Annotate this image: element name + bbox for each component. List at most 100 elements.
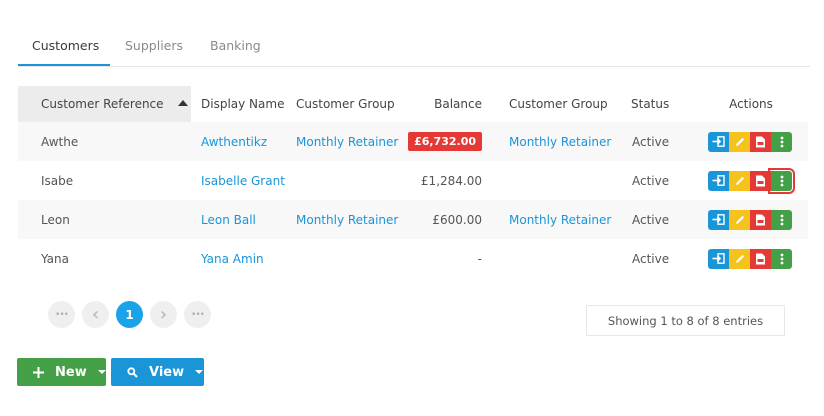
cell-actions xyxy=(708,200,792,239)
cell-customer-reference: Leon xyxy=(41,212,70,227)
row-action-group xyxy=(708,248,792,269)
new-button-label: New xyxy=(55,364,87,380)
balance-overdue-badge: £6,732.00 xyxy=(408,132,482,151)
cell-customer-group-link[interactable]: Monthly Retainer xyxy=(296,122,398,161)
cell-actions xyxy=(708,122,792,161)
column-header-balance[interactable]: Balance xyxy=(398,86,482,122)
page-number: 1 xyxy=(125,307,134,322)
next-page-button[interactable]: › xyxy=(150,301,177,328)
pdf-button[interactable] xyxy=(750,209,771,230)
cell-customer-group-2-link[interactable]: Monthly Retainer xyxy=(509,122,611,161)
more-vertical-icon xyxy=(780,175,784,187)
column-header-display-name[interactable]: Display Name xyxy=(201,86,284,122)
more-options-button[interactable] xyxy=(768,167,795,194)
search-icon xyxy=(125,366,139,378)
login-icon xyxy=(712,175,725,186)
view-button[interactable]: View xyxy=(111,358,204,386)
cell-balance: £1,284.00 xyxy=(420,173,482,188)
cell-customer-reference: Isabe xyxy=(41,173,74,188)
cell-actions xyxy=(708,239,792,278)
tab-banking[interactable]: Banking xyxy=(210,38,261,53)
tab-customers[interactable]: Customers xyxy=(32,38,99,53)
column-header-actions: Actions xyxy=(729,97,773,111)
more-vertical-icon xyxy=(780,214,784,226)
edit-button[interactable] xyxy=(729,170,750,191)
cell-status: Active xyxy=(632,212,670,227)
cell-customer-reference: Yana xyxy=(41,251,69,266)
customers-table: Customer Reference Display Name Customer… xyxy=(18,86,808,122)
more-options-button[interactable] xyxy=(771,131,792,152)
table-body: Awthe Awthentikz Monthly Retainer £6,732.00… xyxy=(18,122,808,278)
login-icon xyxy=(712,136,725,147)
first-page-button[interactable]: ••• xyxy=(48,301,75,328)
ellipsis-icon: ••• xyxy=(55,309,69,320)
cell-customer-group-link[interactable]: Monthly Retainer xyxy=(296,200,398,239)
pagination: ••• ‹ 1 › ••• xyxy=(48,301,211,328)
more-vertical-icon xyxy=(780,253,784,265)
cell-status: Active xyxy=(632,173,670,188)
edit-button[interactable] xyxy=(729,209,750,230)
caret-down-icon xyxy=(97,370,106,374)
cell-balance: £6,732.00 xyxy=(398,122,482,161)
view-button-label: View xyxy=(149,364,185,380)
row-action-group xyxy=(708,131,792,152)
pencil-icon xyxy=(734,175,746,187)
column-header-customer-group[interactable]: Customer Group xyxy=(296,86,395,122)
ellipsis-icon: ••• xyxy=(191,309,205,320)
column-header-customer-group-2[interactable]: Customer Group xyxy=(509,86,608,122)
chevron-right-icon: › xyxy=(159,303,168,325)
login-button[interactable] xyxy=(708,248,729,269)
caret-down-icon xyxy=(195,370,204,374)
tab-suppliers[interactable]: Suppliers xyxy=(125,38,183,53)
more-vertical-icon xyxy=(780,136,784,148)
plus-icon xyxy=(31,366,45,378)
table-row: Leon Leon Ball Monthly Retainer £600.00 Mont… xyxy=(18,200,808,239)
sort-ascending-icon xyxy=(177,100,188,106)
pdf-icon xyxy=(755,214,766,226)
last-page-button[interactable]: ••• xyxy=(184,301,211,328)
pencil-icon xyxy=(734,214,746,226)
column-header-status[interactable]: Status xyxy=(631,86,669,122)
cell-status: Active xyxy=(632,251,670,266)
column-header-customer-reference[interactable]: Customer Reference xyxy=(18,86,191,122)
cell-customer-group-2-link[interactable]: Monthly Retainer xyxy=(509,200,611,239)
login-button[interactable] xyxy=(708,131,729,152)
previous-page-button[interactable]: ‹ xyxy=(82,301,109,328)
login-icon xyxy=(712,253,725,264)
cell-balance: £600.00 xyxy=(432,212,482,227)
more-options-button[interactable] xyxy=(771,209,792,230)
login-button[interactable] xyxy=(708,209,729,230)
cell-display-name-link[interactable]: Awthentikz xyxy=(201,122,267,161)
pdf-button[interactable] xyxy=(750,170,771,191)
cell-actions xyxy=(708,161,795,200)
table-row: Isabe Isabelle Grant £1,284.00 Active xyxy=(18,161,808,200)
row-action-group xyxy=(708,167,795,194)
cell-status: Active xyxy=(632,134,670,149)
pencil-icon xyxy=(734,253,746,265)
table-header-row: Customer Reference Display Name Customer… xyxy=(18,86,808,122)
pdf-icon xyxy=(755,175,766,187)
cell-display-name-link[interactable]: Yana Amin xyxy=(201,239,264,278)
pencil-icon xyxy=(734,136,746,148)
column-header-label: Customer Reference xyxy=(41,97,164,111)
cell-display-name-link[interactable]: Isabelle Grant xyxy=(201,161,285,200)
chevron-left-icon: ‹ xyxy=(91,303,100,325)
page-1-button[interactable]: 1 xyxy=(116,301,143,328)
cell-display-name-link[interactable]: Leon Ball xyxy=(201,200,256,239)
table-row: Yana Yana Amin - Active xyxy=(18,239,808,278)
pdf-button[interactable] xyxy=(750,248,771,269)
entries-info: Showing 1 to 8 of 8 entries xyxy=(586,305,785,336)
pdf-icon xyxy=(755,253,766,265)
new-button[interactable]: New xyxy=(17,358,106,386)
login-icon xyxy=(712,214,725,225)
login-button[interactable] xyxy=(708,170,729,191)
row-action-group xyxy=(708,209,792,230)
more-options-button[interactable] xyxy=(771,248,792,269)
cell-customer-reference: Awthe xyxy=(41,134,79,149)
pdf-button[interactable] xyxy=(750,131,771,152)
edit-button[interactable] xyxy=(729,248,750,269)
edit-button[interactable] xyxy=(729,131,750,152)
table-row: Awthe Awthentikz Monthly Retainer £6,732.00… xyxy=(18,122,808,161)
cell-balance: - xyxy=(477,251,482,266)
tab-bar: Customers Suppliers Banking xyxy=(18,28,810,67)
